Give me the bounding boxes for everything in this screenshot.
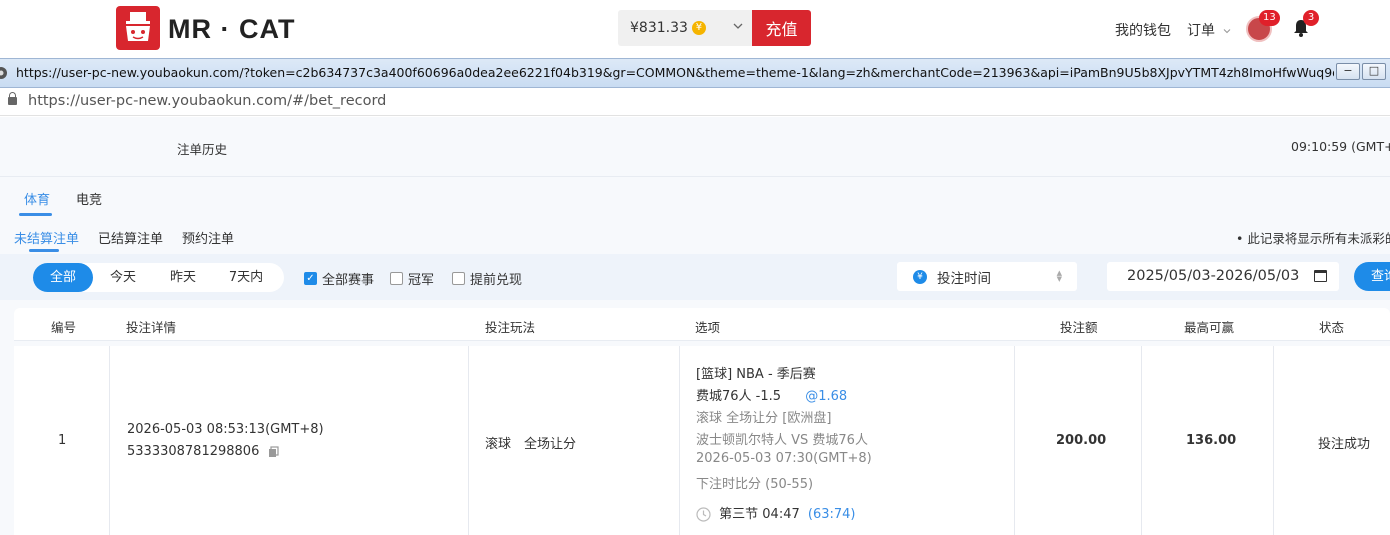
divider [0, 176, 1390, 177]
column-divider [468, 346, 469, 535]
logo-text: MR · CAT [168, 14, 296, 44]
copy-icon[interactable] [268, 445, 280, 458]
bell-badge: 3 [1303, 10, 1319, 26]
column-divider [1141, 346, 1142, 535]
all-events-checkbox[interactable]: ✓ 全部赛事 [304, 269, 374, 288]
chevron-down-icon [1224, 29, 1231, 34]
bet-time: 2026-05-03 08:53:13(GMT+8) [127, 422, 324, 437]
tab-esports[interactable]: 电竞 [76, 189, 102, 208]
column-divider [1273, 346, 1274, 535]
page-clock: 09:10:59 (GMT+8 [1291, 139, 1390, 154]
col-status: 状态 [1319, 320, 1345, 335]
browser-popup-titlebar: https://user-pc-new.youbaokun.com/?token… [0, 58, 1390, 88]
selection-team: 费城76人 -1.5 [696, 389, 782, 404]
checkbox-checked-icon: ✓ [304, 272, 317, 285]
balance-dropdown[interactable]: ¥831.33 ¥ [618, 10, 752, 46]
minimize-button[interactable]: − [1336, 63, 1360, 80]
calendar-icon [1314, 270, 1327, 282]
lock-icon [8, 92, 17, 105]
range-yesterday-button[interactable]: 昨天 [153, 263, 213, 292]
subtab-reserved[interactable]: 预约注单 [182, 228, 234, 247]
checkbox-label: 冠军 [408, 273, 435, 288]
browser-icon [0, 67, 7, 79]
play-type: 滚球 全场让分 [485, 437, 577, 452]
coin-icon: ¥ [691, 21, 706, 35]
subtab-settled[interactable]: 已结算注单 [98, 228, 163, 247]
query-button[interactable]: 查询 [1354, 262, 1390, 291]
address-url[interactable]: https://user-pc-new.youbaokun.com/#/bet_… [28, 93, 386, 109]
champion-checkbox[interactable]: 冠军 [390, 269, 434, 288]
top-bar: MR · CAT ¥831.33 ¥ 充值 我的钱包 订单 13 3 [0, 0, 1390, 58]
tab-indicator [19, 213, 52, 216]
avatar-badge: 13 [1259, 10, 1280, 26]
col-stake: 投注额 [1060, 320, 1098, 335]
unsettled-note: • 此记录将显示所有未派彩的 [1236, 231, 1390, 246]
orders-label: 订单 [1187, 23, 1215, 39]
page-title: 注单历史 [177, 142, 228, 157]
col-bet-details: 投注详情 [126, 320, 177, 335]
bet-record-page: 注单历史 09:10:59 (GMT+8 体育 电竞 未结算注单 已结算注单 预… [0, 117, 1390, 535]
balance-amount: ¥831.33 [630, 20, 688, 36]
range-all-button[interactable]: 全部 [33, 263, 93, 292]
maximize-button[interactable]: □ [1362, 63, 1386, 80]
cashout-checkbox[interactable]: 提前兑现 [452, 269, 522, 288]
bet-score: 下注时比分 (50-55) [696, 477, 814, 492]
max-win-amount: 136.00 [1186, 433, 1237, 448]
date-range-value: 2025/05/03-2026/05/03 [1127, 268, 1300, 284]
row-index: 1 [58, 433, 67, 448]
my-wallet-link[interactable]: 我的钱包 [1115, 20, 1171, 40]
period-time: 第三节 04:47 [719, 507, 800, 522]
clock-icon [696, 507, 711, 522]
market: 滚球 全场让分 [欧洲盘] [696, 411, 832, 426]
sort-select[interactable]: ¥ 投注时间 ▲ ▼ [897, 262, 1077, 291]
col-index: 编号 [51, 320, 77, 335]
range-7days-button[interactable]: 7天内 [213, 263, 279, 292]
tab-sports[interactable]: 体育 [24, 189, 50, 208]
match-time: 2026-05-03 07:30(GMT+8) [696, 451, 872, 466]
sort-label: 投注时间 [937, 270, 991, 287]
match-teams: 波士顿凯尔特人 VS 费城76人 [696, 433, 868, 448]
date-range-input[interactable]: 2025/05/03-2026/05/03 [1107, 262, 1339, 291]
status-text: 投注成功 [1318, 437, 1371, 452]
bet-id: 5333308781298806 [127, 444, 280, 459]
checkbox-icon [452, 272, 465, 285]
col-selection: 选项 [695, 320, 721, 335]
orders-menu[interactable]: 订单 [1187, 20, 1232, 40]
selection: 费城76人 -1.5 @1.68 [696, 385, 847, 404]
sort-arrows-icon: ▲ ▼ [1056, 269, 1062, 283]
checkbox-label: 提前兑现 [470, 273, 523, 288]
range-today-button[interactable]: 今天 [93, 263, 153, 292]
column-divider [109, 346, 110, 535]
table-row: 1 2026-05-03 08:53:13(GMT+8) 53333087812… [14, 346, 1390, 535]
checkbox-icon [390, 272, 403, 285]
col-play-type: 投注玩法 [485, 320, 536, 335]
address-bar: https://user-pc-new.youbaokun.com/#/bet_… [0, 88, 1390, 116]
date-range-segment: 全部 今天 昨天 7天内 [33, 263, 284, 292]
bet-id-value: 5333308781298806 [127, 444, 260, 459]
recharge-button[interactable]: 充值 [752, 10, 811, 46]
league: [篮球] NBA - 季后赛 [696, 367, 816, 382]
col-max-win: 最高可赢 [1184, 320, 1235, 335]
live-score: (63:74) [807, 507, 856, 522]
stake-amount: 200.00 [1056, 433, 1107, 448]
subtab-indicator [29, 249, 59, 252]
table-header: 编号 投注详情 投注玩法 选项 投注额 最高可赢 状态 [14, 308, 1390, 341]
filter-bar: 全部 今天 昨天 7天内 ✓ 全部赛事 冠军 提前兑现 ¥ 投注时间 ▲ ▼ 20… [0, 254, 1390, 300]
popup-url: https://user-pc-new.youbaokun.com/?token… [16, 65, 1334, 80]
subtab-unsettled[interactable]: 未结算注单 [14, 228, 79, 247]
live-status: 第三节 04:47 (63:74) [696, 503, 856, 522]
column-divider [679, 346, 680, 535]
odds: @1.68 [805, 389, 848, 404]
checkbox-label: 全部赛事 [322, 273, 375, 288]
chevron-down-icon [733, 23, 743, 29]
yen-icon: ¥ [913, 269, 927, 284]
logo-icon[interactable] [116, 6, 160, 50]
column-divider [1014, 346, 1015, 535]
